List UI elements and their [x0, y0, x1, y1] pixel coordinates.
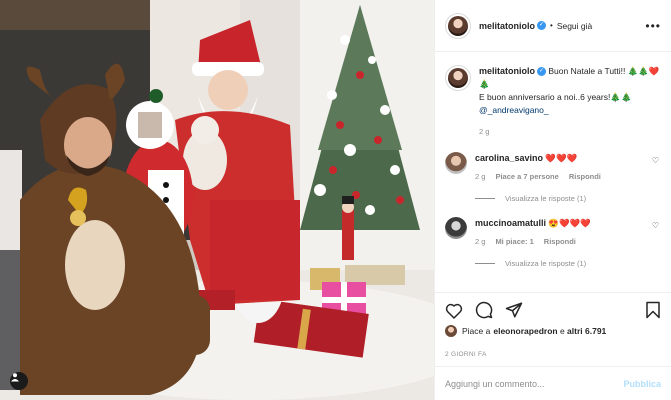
post-date: 2 GIORNI FA — [445, 351, 487, 358]
comment-body: muccinoamatulli 😍❤️❤️❤️ 2 g Mi piace: 1 … — [475, 217, 661, 248]
commenter-username[interactable]: carolina_savino — [475, 153, 543, 163]
post-header: melitatoniolo ✓ • Segui già ••• — [435, 0, 671, 52]
verified-badge-icon: ✓ — [537, 67, 546, 77]
caption-author-username[interactable]: melitatoniolo — [479, 66, 535, 76]
verified-badge-icon: ✓ — [537, 21, 546, 30]
separator-dot: • — [550, 21, 553, 30]
commenter-username[interactable]: muccinoamatulli — [475, 218, 546, 228]
author-name-block: melitatoniolo ✓ • Segui già — [479, 21, 592, 31]
post-photo-illustration — [0, 0, 434, 400]
likes-others-count[interactable]: altri 6.791 — [567, 326, 606, 336]
commenter-avatar[interactable] — [445, 152, 467, 174]
comment-like-heart-icon[interactable]: ♡ — [652, 156, 659, 165]
follow-status-button[interactable]: Segui già — [557, 21, 592, 31]
publish-button[interactable]: Pubblica — [623, 379, 661, 389]
view-replies-label: Visualizza le risposte (1) — [505, 194, 587, 203]
view-replies-button[interactable]: Visualizza le risposte (1) — [475, 194, 661, 203]
comment-likes-link[interactable]: Mi piace: 1 — [495, 235, 533, 248]
comment-icon[interactable] — [475, 301, 493, 319]
person-icon — [11, 373, 19, 382]
more-options-button[interactable]: ••• — [645, 19, 661, 33]
caption-body: melitatoniolo ✓ Buon Natale a Tutti!! 🎄🎄❤… — [479, 65, 661, 138]
comment-text: ❤️❤️❤️ — [545, 153, 578, 163]
view-replies-label: Visualizza le risposte (1) — [505, 259, 587, 268]
comments-section: melitatoniolo ✓ Buon Natale a Tutti!! 🎄🎄❤… — [435, 53, 671, 292]
liker-avatar — [445, 325, 457, 337]
comment-item: muccinoamatulli 😍❤️❤️❤️ 2 g Mi piace: 1 … — [445, 217, 661, 248]
action-row — [445, 301, 661, 319]
post-actions: Piace a eleonorapedron e altri 6.791 — [435, 292, 671, 342]
commenter-avatar[interactable] — [445, 217, 467, 239]
replies-divider-line — [475, 198, 495, 199]
reply-button[interactable]: Rispondi — [544, 235, 576, 248]
comment-text: 😍❤️❤️❤️ — [548, 218, 591, 228]
comment-item: carolina_savino ❤️❤️❤️ 2 g Piace a 7 per… — [445, 152, 661, 183]
view-replies-button[interactable]: Visualizza le risposte (1) — [475, 259, 661, 268]
bookmark-icon[interactable] — [645, 301, 661, 319]
add-comment-bar: Pubblica — [435, 366, 671, 400]
post-side-panel: melitatoniolo ✓ • Segui già ••• melitato… — [434, 0, 671, 400]
comment-like-heart-icon[interactable]: ♡ — [652, 221, 659, 230]
user-tag-icon[interactable] — [10, 372, 28, 390]
post-photo[interactable] — [0, 0, 434, 400]
likes-connector: e — [557, 326, 568, 336]
author-username[interactable]: melitatoniolo — [479, 21, 535, 31]
likes-summary[interactable]: Piace a eleonorapedron e altri 6.791 — [445, 325, 661, 337]
caption-author-avatar[interactable] — [445, 65, 471, 91]
reply-button[interactable]: Rispondi — [569, 170, 601, 183]
liker-username[interactable]: eleonorapedron — [493, 326, 557, 336]
replies-divider-line — [475, 263, 495, 264]
comment-likes-link[interactable]: Piace a 7 persone — [495, 170, 558, 183]
likes-prefix: Piace a — [462, 326, 491, 336]
comment-time: 2 g — [475, 237, 486, 246]
caption-time: 2 g — [479, 127, 490, 136]
caption-mention-link[interactable]: @_andreavigano_ — [479, 104, 661, 117]
comment-meta: 2 g Piace a 7 persone Rispondi — [475, 170, 661, 183]
author-avatar[interactable] — [445, 12, 471, 39]
post-caption: melitatoniolo ✓ Buon Natale a Tutti!! 🎄🎄❤… — [445, 65, 661, 138]
caption-line-2: E buon anniversario a noi..6 years!🎄🎄 — [479, 92, 632, 102]
comment-time: 2 g — [475, 172, 486, 181]
share-icon[interactable] — [505, 301, 523, 319]
heart-icon[interactable] — [445, 302, 463, 319]
comment-input[interactable] — [445, 378, 624, 389]
comment-meta: 2 g Mi piace: 1 Rispondi — [475, 235, 661, 248]
comment-body: carolina_savino ❤️❤️❤️ 2 g Piace a 7 per… — [475, 152, 661, 183]
